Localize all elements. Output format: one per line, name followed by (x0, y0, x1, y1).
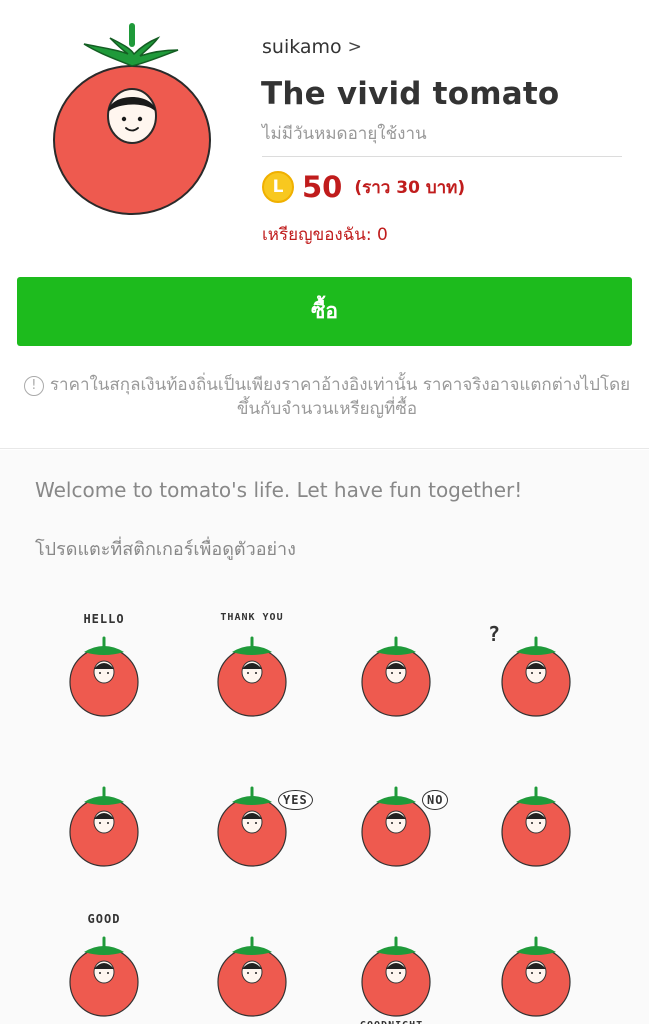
buy-button[interactable]: ซื้อ (17, 277, 632, 346)
sticker-item[interactable] (182, 900, 322, 1024)
sticker-caption: GOODNIGHT (360, 1020, 423, 1024)
tap-preview-hint: โปรดแตะที่สติกเกอร์เพื่อดูตัวอย่าง (35, 539, 296, 560)
sticker-item[interactable]: GOOD (34, 900, 174, 1024)
tomato-sticker-icon (217, 786, 287, 867)
line-coin-icon: L (262, 171, 294, 203)
package-details: Welcome to tomato's life. Let have fun t… (0, 450, 649, 1024)
sticker-caption: THANK YOU (220, 612, 284, 623)
price-notice-text: ราคาในสกุลเงินท้องถิ่นเป็นเพียงราคาอ้างอ… (49, 375, 631, 419)
price-notice: ! ราคาในสกุลเงินท้องถิ่นเป็นเพียงราคาอ้าง… (22, 373, 632, 421)
sticker-item[interactable]: YES (182, 750, 322, 890)
author-name: suikamo (262, 36, 342, 58)
sticker-item[interactable] (466, 750, 606, 890)
tomato-sticker-icon (501, 786, 571, 867)
validity-text: ไม่มีวันหมดอายุใช้งาน (262, 124, 427, 144)
price-value: 50 (302, 170, 343, 204)
sticker-caption: HELLO (83, 612, 125, 626)
sticker-caption: ? (488, 622, 502, 646)
chevron-right-icon: > (347, 37, 362, 57)
divider (262, 156, 622, 157)
price-approx: (ราว 30 บาท) (354, 177, 466, 198)
author-link[interactable]: suikamo > (262, 36, 362, 58)
tomato-sticker-icon (501, 636, 571, 717)
package-description: Welcome to tomato's life. Let have fun t… (35, 478, 523, 502)
sticker-item[interactable] (326, 600, 466, 740)
package-header: suikamo > The vivid tomato ไม่มีวันหมดอา… (0, 0, 649, 449)
sticker-item[interactable]: NO (326, 750, 466, 890)
sticker-item[interactable]: HELLO (34, 600, 174, 740)
main-tomato-sticker-icon (53, 23, 211, 215)
my-coins-balance: เหรียญของฉัน: 0 (262, 225, 388, 245)
tomato-sticker-icon (361, 936, 431, 1017)
sticker-item[interactable] (466, 900, 606, 1024)
sticker-item[interactable]: THANK YOU (182, 600, 322, 740)
sticker-caption: YES (278, 790, 313, 810)
sticker-item[interactable]: ? (466, 600, 606, 740)
tomato-sticker-icon (217, 936, 287, 1017)
info-icon: ! (23, 376, 44, 396)
sticker-item[interactable]: GOODNIGHT (326, 900, 466, 1024)
sticker-caption: GOOD (87, 912, 121, 926)
sticker-item[interactable] (34, 750, 174, 890)
tomato-sticker-icon (361, 786, 431, 867)
price-row: L 50 (ราว 30 บาท) (262, 170, 465, 204)
tomato-sticker-icon (361, 636, 431, 717)
tomato-sticker-icon (69, 786, 139, 867)
tomato-sticker-icon (501, 936, 571, 1017)
package-title: The vivid tomato (261, 76, 560, 112)
